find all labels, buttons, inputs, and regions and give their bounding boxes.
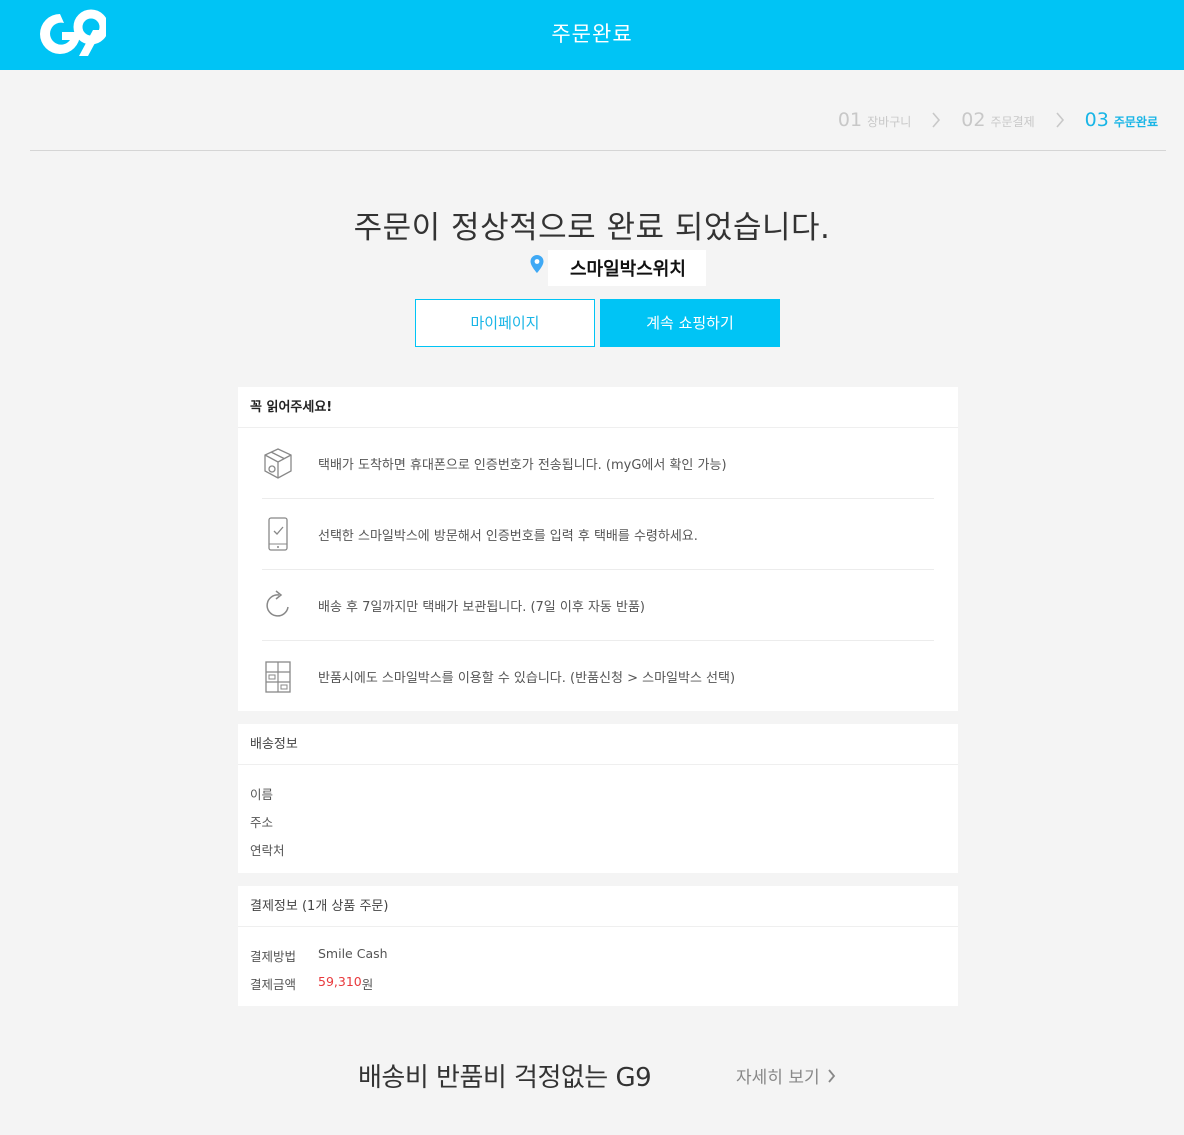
step-checkout: 02 주문결제 (961, 109, 1034, 131)
divider (30, 150, 1166, 151)
notice-title: 꼭 읽어주세요! (238, 387, 958, 428)
package-icon (264, 448, 292, 479)
step-cart: 01 장바구니 (838, 109, 911, 131)
step-number: 03 (1084, 109, 1109, 131)
step-label: 주문완료 (1113, 115, 1158, 129)
step-complete: 03 주문완료 (1085, 109, 1158, 131)
chevron-right-icon (827, 1068, 835, 1083)
notice-text: 택배가 도착하면 휴대폰으로 인증번호가 전송됩니다. (myG에서 확인 가능… (318, 457, 727, 473)
page-title: 주문완료 (551, 22, 633, 46)
header-bar: 주문완료 (0, 0, 1184, 70)
order-steps: 01 장바구니 02 주문결제 03 주문완료 (838, 106, 1158, 134)
continue-shopping-button[interactable]: 계속 쇼핑하기 (600, 299, 780, 347)
payment-info-card: 결제정보 (1개 상품 주문) 결제방법 Smile Cash 결제금액 59,… (238, 886, 958, 1006)
notice-text: 배송 후 7일까지만 택배가 보관됩니다. (7일 이후 자동 반품) (318, 599, 645, 615)
delivery-address-row: 주소 (250, 812, 318, 831)
delivery-info-card: 배송정보 이름 주소 연락처 (238, 724, 958, 873)
view-details-label: 자세히 보기 (736, 1068, 820, 1088)
payment-amount-row: 결제금액 59,310 원 (250, 974, 373, 993)
amount-unit: 원 (361, 977, 374, 992)
location-name: 스마일박스위치 (548, 250, 706, 286)
amount-label: 결제금액 (250, 977, 297, 992)
delivery-contact-row: 연락처 (250, 840, 318, 859)
phone-check-icon (268, 517, 288, 551)
notice-card: 꼭 읽어주세요! 택배가 도착하면 휴대폰으로 인증번호가 전송됩니다. (my… (238, 387, 958, 711)
method-label: 결제방법 (250, 949, 297, 964)
notice-text: 선택한 스마일박스에 방문해서 인증번호를 입력 후 택배를 수령하세요. (318, 528, 698, 544)
chevron-right-icon (932, 112, 941, 128)
list-item: 택배가 도착하면 휴대폰으로 인증번호가 전송됩니다. (myG에서 확인 가능… (262, 428, 934, 499)
delivery-title: 배송정보 (238, 724, 958, 765)
notice-text: 반품시에도 스마일박스를 이용할 수 있습니다. (반품신청 > 스마일박스 선… (318, 671, 736, 686)
delivery-name-row: 이름 (250, 784, 318, 803)
step-number: 01 (837, 109, 863, 131)
view-details-link[interactable]: 자세히 보기 (736, 1063, 836, 1088)
promo-banner-title: 배송비 반품비 걱정없는 G9 (358, 1063, 652, 1093)
list-item: 배송 후 7일까지만 택배가 보관됩니다. (7일 이후 자동 반품) (262, 570, 934, 641)
step-label: 주문결제 (990, 115, 1035, 129)
locker-icon (265, 660, 291, 693)
step-number: 02 (961, 109, 986, 131)
amount-value: 59,310 (318, 974, 362, 989)
mypage-button[interactable]: 마이페이지 (415, 299, 595, 347)
smilebox-location: 스마일박스위치 (530, 250, 706, 286)
address-label: 주소 (250, 815, 274, 830)
completion-headline: 주문이 정상적으로 완료 되었습니다. (353, 210, 831, 246)
location-pin-icon (530, 255, 544, 273)
payment-method-row: 결제방법 Smile Cash (250, 946, 388, 965)
chevron-right-icon (1056, 112, 1064, 128)
list-item: 선택한 스마일박스에 방문해서 인증번호를 입력 후 택배를 수령하세요. (262, 499, 934, 570)
payment-title: 결제정보 (1개 상품 주문) (238, 886, 958, 927)
step-label: 장바구니 (867, 115, 912, 129)
list-item: 반품시에도 스마일박스를 이용할 수 있습니다. (반품신청 > 스마일박스 선… (262, 641, 934, 712)
contact-label: 연락처 (250, 843, 285, 858)
refresh-icon (266, 590, 289, 617)
method-value: Smile Cash (318, 946, 388, 961)
name-label: 이름 (250, 787, 274, 802)
